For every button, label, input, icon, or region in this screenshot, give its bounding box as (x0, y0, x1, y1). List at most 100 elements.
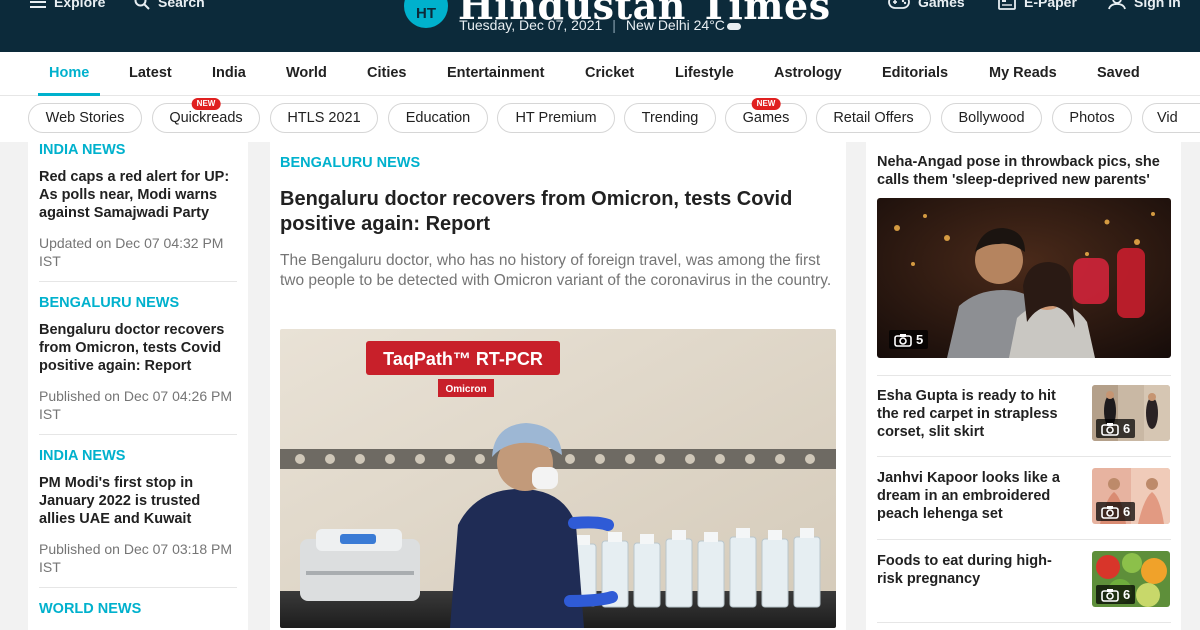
chip-bollywood[interactable]: Bollywood (941, 103, 1042, 133)
photo-count: 5 (916, 332, 924, 347)
story-headline[interactable]: Bengaluru doctor recovers from Omicron, … (39, 321, 239, 375)
gallery-thumbnail[interactable]: 6 (1092, 551, 1170, 607)
nav-item-saved[interactable]: Saved (1097, 65, 1140, 81)
current-date: Tuesday, Dec 07, 2021 (459, 17, 603, 33)
nav-item-entertainment[interactable]: Entertainment (447, 65, 545, 81)
search-button[interactable]: Search (134, 0, 205, 10)
story-section[interactable]: BENGALURU NEWS (39, 295, 239, 311)
chip-photos[interactable]: Photos (1052, 103, 1132, 133)
nav-item-my-reads[interactable]: My Reads (989, 65, 1057, 81)
story-headline[interactable]: Bengaluru doctor recovers from Omicron, … (280, 187, 836, 237)
photo-stories: Neha-Angad pose in throwback pics, she c… (866, 142, 1181, 630)
photo-count-badge: 6 (1096, 585, 1136, 604)
newspaper-icon (998, 0, 1016, 10)
chip-label: Photos (1069, 110, 1115, 126)
camera-icon (1101, 505, 1119, 519)
divider (39, 281, 237, 282)
list-item[interactable]: INDIA NEWS Red caps a red alert for UP: … (39, 142, 239, 270)
chip-games[interactable]: NEW Games (725, 98, 807, 133)
list-item[interactable]: BENGALURU NEWS Bengaluru doctor recovers… (39, 295, 239, 423)
photo-count: 6 (1123, 421, 1131, 436)
story-section[interactable]: BENGALURU NEWS (280, 155, 420, 171)
chip-quickreads[interactable]: NEW Quickreads (152, 98, 260, 133)
nav-item-astrology[interactable]: Astrology (774, 65, 842, 81)
nav-item-latest[interactable]: Latest (129, 65, 172, 81)
story-image[interactable]: TaqPath™ RT-PCR Omicron (280, 329, 836, 628)
story-timestamp: Published on Dec 07 04:26 PM IST (39, 388, 233, 422)
chip-label: Education (405, 110, 471, 126)
main-story: BENGALURU NEWS Bengaluru doctor recovers… (270, 142, 846, 630)
chip-education[interactable]: Education (388, 103, 488, 133)
photo-count: 6 (1123, 587, 1131, 602)
explore-button[interactable]: Explore (30, 0, 105, 10)
new-badge: NEW (751, 98, 781, 110)
camera-icon (1101, 588, 1119, 602)
story-timestamp: Published on Dec 07 03:18 PM IST (39, 541, 233, 575)
signin-label: Sign in (1134, 0, 1181, 10)
photo-count-badge: 6 (1096, 502, 1136, 521)
epaper-link[interactable]: E-Paper (998, 0, 1077, 10)
gamepad-icon (888, 0, 910, 9)
divider (877, 456, 1171, 457)
story-headline[interactable]: Red caps a red alert for UP: As polls ne… (39, 168, 239, 222)
nav-item-india[interactable]: India (212, 65, 246, 81)
list-item[interactable]: INDIA NEWS PM Modi's first stop in Janua… (39, 448, 239, 576)
nav-item-cities[interactable]: Cities (367, 65, 407, 81)
divider (877, 539, 1171, 540)
divider (39, 587, 237, 588)
chip-label: HT Premium (515, 110, 597, 126)
cloud-icon (726, 22, 741, 30)
chip-web-stories[interactable]: Web Stories (28, 103, 142, 133)
gallery-thumbnail[interactable]: 6 (1092, 385, 1170, 441)
nav-item-lifestyle[interactable]: Lifestyle (675, 65, 734, 81)
list-item[interactable]: WORLD NEWS (39, 601, 239, 617)
games-label: Games (918, 0, 965, 10)
temperature: 24 (693, 17, 710, 33)
story-summary: The Bengaluru doctor, who has no history… (280, 252, 832, 289)
nav-item-world[interactable]: World (286, 65, 327, 81)
chip-label: Games (742, 110, 790, 126)
explore-label: Explore (54, 0, 106, 10)
chip-label: Retail Offers (833, 110, 914, 126)
new-badge: NEW (191, 98, 221, 110)
signin-link[interactable]: Sign in (1108, 0, 1181, 10)
chip-label: Trending (641, 110, 699, 126)
gallery-headline[interactable]: Esha Gupta is ready to hit the red carpe… (877, 387, 1073, 441)
gallery-thumbnail[interactable]: 6 (1092, 468, 1170, 524)
sign-tag: Omicron (445, 384, 486, 395)
story-section[interactable]: INDIA NEWS (39, 142, 239, 158)
menu-icon (30, 1, 46, 8)
story-section[interactable]: WORLD NEWS (39, 601, 239, 617)
divider (877, 375, 1171, 376)
story-section[interactable]: INDIA NEWS (39, 448, 239, 464)
gallery-headline[interactable]: Neha-Angad pose in throwback pics, she c… (877, 153, 1173, 189)
gallery-image[interactable]: 5 (877, 198, 1171, 358)
chip-trending[interactable]: Trending (624, 103, 716, 133)
temperature-unit: °C (709, 17, 725, 33)
chip-ht-premium[interactable]: HT Premium (497, 103, 615, 133)
gallery-headline[interactable]: Janhvi Kapoor looks like a dream in an e… (877, 469, 1073, 523)
lab-photo: TaqPath™ RT-PCR Omicron (280, 329, 836, 628)
chip-label: Bollywood (958, 110, 1025, 126)
chip-label: Vid (1157, 110, 1178, 126)
gallery-headline[interactable]: Foods to eat during high-risk pregnancy (877, 552, 1073, 588)
photo-count-badge: 6 (1096, 419, 1136, 438)
camera-icon (894, 333, 912, 347)
chip-label: Quickreads (169, 110, 243, 126)
nav-item-cricket[interactable]: Cricket (585, 65, 634, 81)
story-headline[interactable]: PM Modi's first stop in January 2022 is … (39, 474, 239, 528)
divider (877, 622, 1171, 623)
nav-item-editorials[interactable]: Editorials (882, 65, 948, 81)
games-link[interactable]: Games (888, 0, 965, 10)
topic-chips: Web Stories NEW Quickreads HTLS 2021 Educ… (0, 96, 1200, 142)
sign-text: TaqPath™ RT-PCR (383, 349, 543, 369)
chip-retail-offers[interactable]: Retail Offers (816, 103, 931, 133)
nav-item-home[interactable]: Home (49, 65, 89, 81)
user-icon (1108, 0, 1126, 10)
search-icon (134, 0, 150, 10)
main-nav: Home Latest India World Cities Entertain… (0, 52, 1200, 96)
photo-count-badge: 5 (889, 330, 929, 349)
chip-htls-2021[interactable]: HTLS 2021 (270, 103, 378, 133)
chip-videos[interactable]: Vid (1142, 103, 1200, 133)
story-timestamp: Updated on Dec 07 04:32 PM IST (39, 235, 224, 269)
